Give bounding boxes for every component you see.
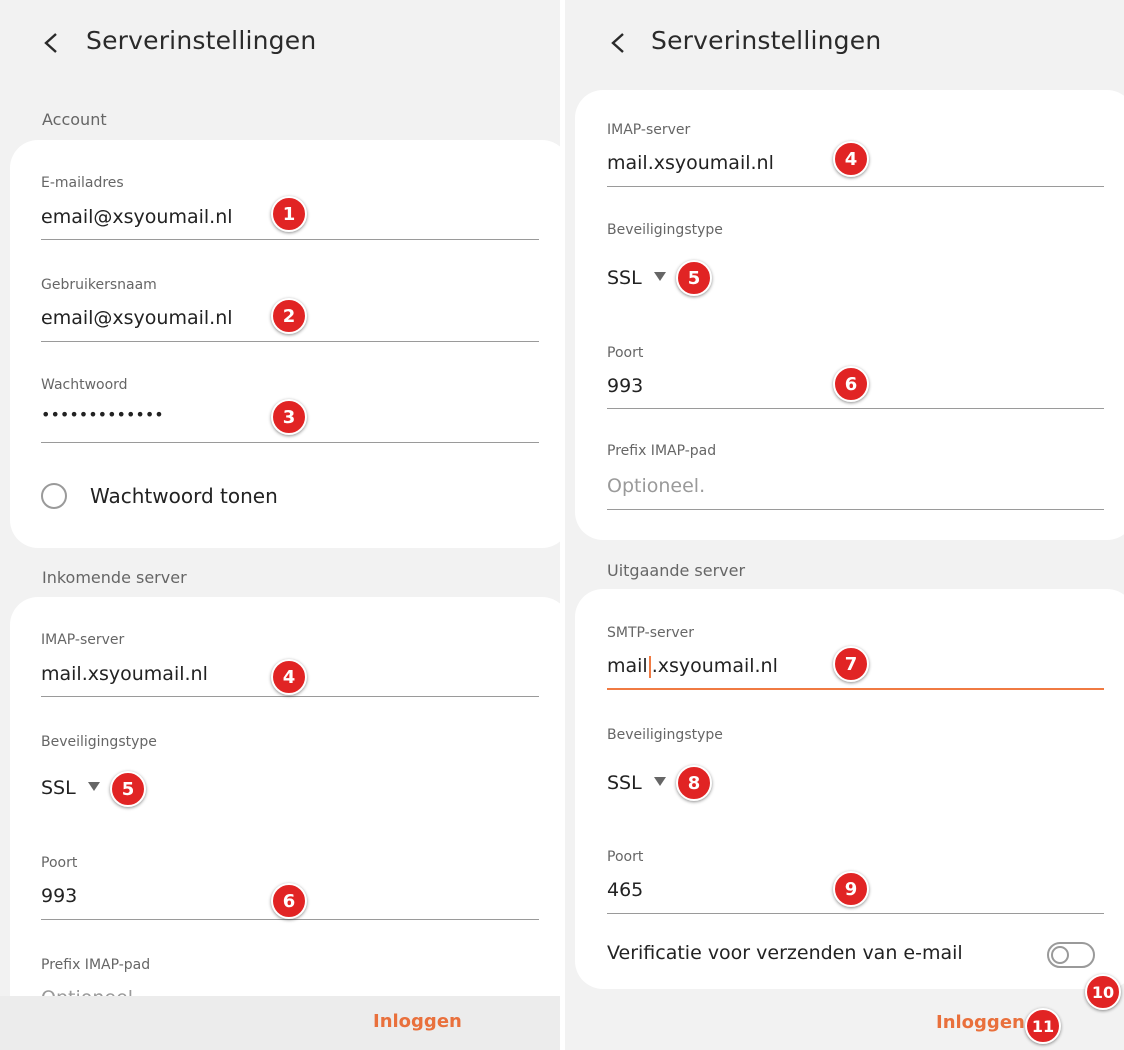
security-value: SSL	[41, 777, 76, 799]
annotation-badge-6: 6	[271, 883, 307, 919]
incoming-card: IMAP-server mail.xsyoumail.nl 4 Beveilig…	[10, 597, 560, 1050]
port-underline	[607, 408, 1104, 409]
email-label: E-mailadres	[41, 175, 124, 191]
imap-input[interactable]: mail.xsyoumail.nl	[607, 152, 774, 174]
caret-down-icon	[653, 777, 666, 786]
smtp-input[interactable]: mail .xsyoumail.nl	[607, 655, 778, 678]
annotation-badge-5: 5	[676, 260, 712, 296]
annotation-badge-3: 3	[271, 399, 307, 435]
section-account-label: Account	[42, 110, 107, 129]
password-input[interactable]: •••••••••••••	[41, 405, 164, 424]
imap-label: IMAP-server	[41, 632, 125, 648]
security-dropdown[interactable]: SSL	[607, 267, 666, 289]
annotation-badge-6: 6	[833, 366, 869, 402]
password-underline	[41, 442, 539, 443]
username-underline	[41, 341, 539, 342]
annotation-badge-4: 4	[271, 659, 307, 695]
incoming-card: IMAP-server mail.xsyoumail.nl 4 Beveilig…	[575, 90, 1124, 540]
username-input[interactable]: email@xsyoumail.nl	[41, 307, 233, 329]
annotation-badge-7: 7	[833, 646, 869, 682]
section-outgoing-label: Uitgaande server	[607, 561, 746, 580]
smtp-security-dropdown[interactable]: SSL	[607, 772, 666, 794]
annotation-badge-11: 11	[1025, 1008, 1061, 1044]
imap-underline	[41, 696, 539, 697]
annotation-badge-8: 8	[676, 765, 712, 801]
caret-down-icon	[653, 272, 666, 281]
smtp-port-label: Poort	[607, 849, 644, 865]
login-button[interactable]: Inloggen	[373, 1011, 462, 1032]
login-button[interactable]: Inloggen	[936, 1012, 1025, 1033]
outgoing-card: SMTP-server mail .xsyoumail.nl 7 Beveilig…	[575, 589, 1124, 989]
smtp-security-value: SSL	[607, 772, 642, 794]
annotation-badge-5: 5	[110, 771, 146, 807]
show-password-label: Wachtwoord tonen	[90, 484, 278, 508]
smtp-security-label: Beveiligingstype	[607, 727, 723, 743]
username-label: Gebruikersnaam	[41, 277, 157, 293]
annotation-badge-1: 1	[271, 196, 307, 232]
security-dropdown[interactable]: SSL	[41, 777, 100, 799]
annotation-badge-10: 10	[1085, 974, 1121, 1010]
back-chevron-left-icon[interactable]	[609, 32, 627, 53]
port-input[interactable]: 993	[607, 375, 643, 397]
smtp-underline-focused	[607, 688, 1104, 690]
smtp-port-input[interactable]: 465	[607, 879, 643, 901]
bottom-bar: Inloggen	[0, 996, 560, 1050]
port-underline	[41, 919, 539, 920]
security-value: SSL	[607, 267, 642, 289]
smtp-port-underline	[607, 913, 1104, 914]
smtp-value-start: mail	[607, 655, 648, 677]
page-title: Serverinstellingen	[86, 26, 317, 55]
imap-input[interactable]: mail.xsyoumail.nl	[41, 663, 208, 685]
caret-down-icon	[87, 782, 100, 791]
password-label: Wachtwoord	[41, 377, 128, 393]
smtp-value-end: .xsyoumail.nl	[651, 655, 778, 677]
account-card: E-mailadres email@xsyoumail.nl 1 Gebruik…	[10, 140, 560, 548]
port-label: Poort	[41, 855, 78, 871]
app-header: Serverinstellingen	[0, 10, 560, 70]
verification-toggle[interactable]	[1047, 942, 1095, 968]
annotation-badge-2: 2	[271, 298, 307, 334]
email-underline	[41, 239, 539, 240]
page-title: Serverinstellingen	[651, 26, 882, 55]
security-label: Beveiligingstype	[607, 222, 723, 238]
annotation-badge-9: 9	[833, 871, 869, 907]
toggle-knob	[1051, 946, 1069, 964]
annotation-badge-4: 4	[833, 141, 869, 177]
section-incoming-label: Inkomende server	[42, 568, 187, 587]
show-password-radio[interactable]	[41, 483, 67, 509]
security-label: Beveiligingstype	[41, 734, 157, 750]
prefix-input[interactable]: Optioneel.	[607, 475, 705, 497]
prefix-label: Prefix IMAP-pad	[41, 957, 151, 973]
email-input[interactable]: email@xsyoumail.nl	[41, 206, 233, 228]
app-header: Serverinstellingen	[565, 10, 1124, 70]
smtp-label: SMTP-server	[607, 625, 695, 641]
imap-underline	[607, 186, 1104, 187]
right-screen: Serverinstellingen IMAP-server mail.xsyo…	[565, 0, 1124, 1050]
text-cursor	[648, 655, 651, 678]
verification-label: Verificatie voor verzenden van e-mail	[607, 942, 963, 964]
prefix-label: Prefix IMAP-pad	[607, 443, 717, 459]
port-input[interactable]: 993	[41, 885, 77, 907]
imap-label: IMAP-server	[607, 122, 691, 138]
left-screen: Serverinstellingen Account E-mailadres e…	[0, 0, 560, 1050]
prefix-underline	[607, 509, 1104, 510]
back-chevron-left-icon[interactable]	[42, 32, 60, 53]
port-label: Poort	[607, 345, 644, 361]
